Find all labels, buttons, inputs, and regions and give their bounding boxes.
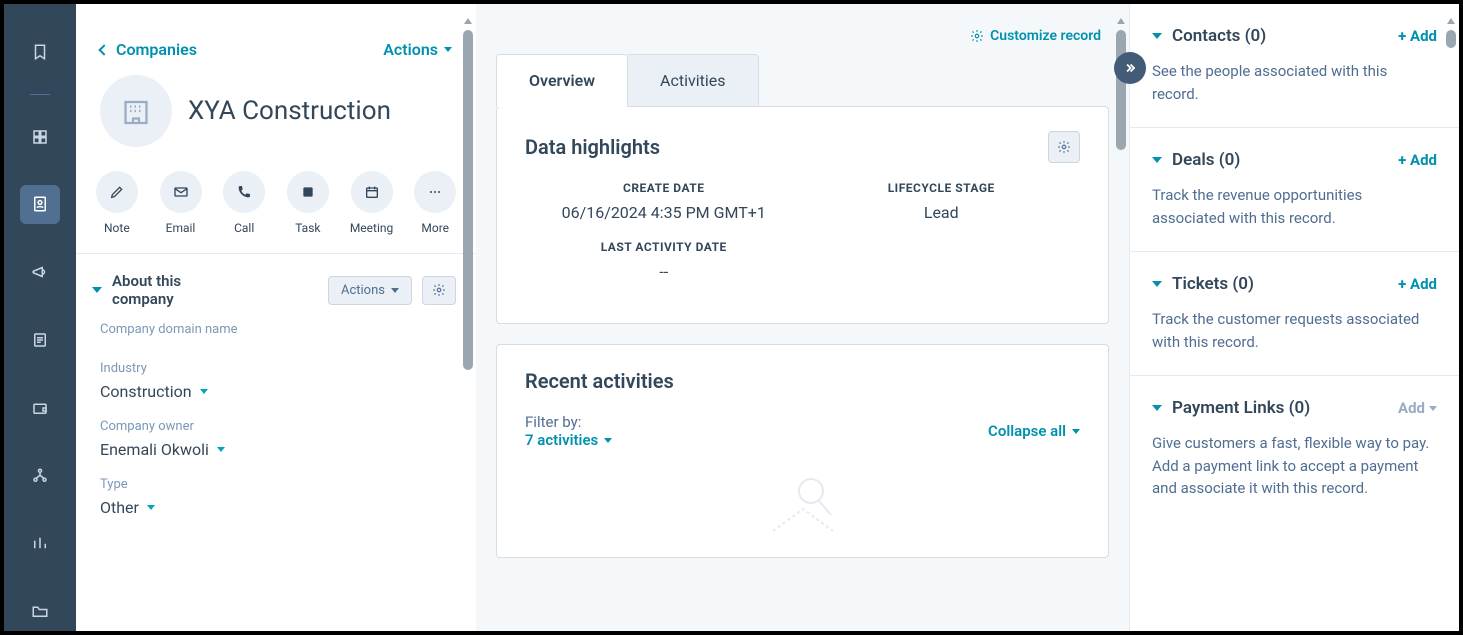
more-button[interactable]: More bbox=[410, 171, 460, 235]
middle-panel: Customize record Overview Activities Dat… bbox=[476, 4, 1129, 631]
tab-overview[interactable]: Overview bbox=[496, 54, 628, 107]
prop-type[interactable]: Type Other bbox=[100, 477, 452, 517]
association-contacts: Contacts (0) + Add See the people associ… bbox=[1130, 4, 1459, 128]
chevron-left-icon bbox=[98, 44, 109, 55]
contacts-nav-icon[interactable] bbox=[20, 185, 60, 225]
chevron-down-icon[interactable] bbox=[92, 287, 102, 293]
add-ticket-button[interactable]: + Add bbox=[1398, 275, 1437, 293]
reports-icon[interactable] bbox=[20, 523, 60, 563]
gear-icon bbox=[1057, 140, 1071, 154]
expand-panel-button[interactable] bbox=[1114, 52, 1146, 84]
grid-icon[interactable] bbox=[20, 117, 60, 157]
call-button[interactable]: Call bbox=[219, 171, 269, 235]
wallet-icon[interactable] bbox=[20, 388, 60, 428]
deals-desc: Track the revenue opportunities associat… bbox=[1152, 184, 1437, 229]
caret-down-icon bbox=[200, 389, 208, 394]
about-settings-button[interactable] bbox=[422, 276, 456, 305]
customize-record-link[interactable]: Customize record bbox=[970, 28, 1101, 44]
empty-state-illustration bbox=[525, 473, 1080, 533]
caret-down-icon bbox=[1429, 406, 1437, 411]
tickets-toggle[interactable]: Tickets (0) bbox=[1152, 274, 1254, 294]
association-deals: Deals (0) + Add Track the revenue opport… bbox=[1130, 128, 1459, 252]
middle-scrollbar[interactable] bbox=[1115, 18, 1127, 631]
caret-down-icon bbox=[604, 438, 612, 443]
record-actions-dropdown[interactable]: Actions bbox=[383, 40, 452, 59]
prop-domain[interactable]: Company domain name bbox=[100, 322, 452, 343]
association-tickets: Tickets (0) + Add Track the customer req… bbox=[1130, 252, 1459, 376]
filter-by-label: Filter by: bbox=[525, 413, 581, 431]
caret-down-icon bbox=[1072, 429, 1080, 434]
note-button[interactable]: Note bbox=[92, 171, 142, 235]
highlights-settings-button[interactable] bbox=[1048, 131, 1080, 163]
company-hero: XYA Construction bbox=[76, 59, 476, 159]
caret-down-icon bbox=[391, 288, 399, 293]
contacts-toggle[interactable]: Contacts (0) bbox=[1152, 26, 1266, 46]
nav-rail bbox=[4, 4, 76, 631]
add-payment-link-dropdown[interactable]: Add bbox=[1398, 399, 1437, 417]
recent-activities-title: Recent activities bbox=[525, 369, 1080, 393]
add-contact-button[interactable]: + Add bbox=[1398, 27, 1437, 45]
email-button[interactable]: Email bbox=[156, 171, 206, 235]
caret-down-icon bbox=[147, 505, 155, 510]
record-tabs: Overview Activities bbox=[496, 54, 1109, 107]
payments-desc: Give customers a fast, flexible way to p… bbox=[1152, 432, 1437, 500]
payments-toggle[interactable]: Payment Links (0) bbox=[1152, 398, 1310, 418]
add-deal-button[interactable]: + Add bbox=[1398, 151, 1437, 169]
company-properties: Company domain name Industry Constructio… bbox=[76, 322, 476, 537]
chevron-right-double-icon bbox=[1123, 61, 1137, 75]
contacts-desc: See the people associated with this reco… bbox=[1152, 60, 1437, 105]
tickets-desc: Track the customer requests associated w… bbox=[1152, 308, 1437, 353]
tab-activities[interactable]: Activities bbox=[628, 54, 758, 107]
chevron-down-icon bbox=[1152, 157, 1162, 163]
folder-icon[interactable] bbox=[20, 591, 60, 631]
right-panel: Contacts (0) + Add See the people associ… bbox=[1129, 4, 1459, 631]
chevron-down-icon bbox=[1152, 33, 1162, 39]
left-panel: Companies Actions XYA Construction Note … bbox=[76, 4, 476, 631]
collapse-all-link[interactable]: Collapse all bbox=[988, 422, 1080, 440]
chevron-down-icon bbox=[1152, 281, 1162, 287]
task-button[interactable]: Task bbox=[283, 171, 333, 235]
highlight-lifecycle: LIFECYCLE STAGE Lead bbox=[803, 181, 1081, 222]
deals-toggle[interactable]: Deals (0) bbox=[1152, 150, 1240, 170]
prop-industry[interactable]: Industry Construction bbox=[100, 361, 452, 401]
highlight-create-date: CREATE DATE 06/16/2024 4:35 PM GMT+1 bbox=[525, 181, 803, 222]
nav-divider bbox=[30, 94, 50, 95]
gear-icon bbox=[432, 283, 446, 297]
megaphone-icon[interactable] bbox=[20, 252, 60, 292]
about-section-header: About this company Actions bbox=[76, 253, 476, 322]
quick-action-row: Note Email Call Task Meeting More bbox=[76, 159, 476, 253]
activity-filter-dropdown[interactable]: 7 activities bbox=[525, 431, 612, 449]
company-avatar-icon[interactable] bbox=[100, 75, 172, 147]
association-payment-links: Payment Links (0) Add Give customers a f… bbox=[1130, 376, 1459, 522]
about-actions-dropdown[interactable]: Actions bbox=[328, 276, 412, 305]
data-highlights-card: Data highlights CREATE DATE 06/16/2024 4… bbox=[496, 106, 1109, 324]
highlight-last-activity: LAST ACTIVITY DATE -- bbox=[525, 240, 803, 281]
right-scrollbar[interactable] bbox=[1445, 18, 1457, 631]
caret-down-icon bbox=[217, 447, 225, 452]
company-name: XYA Construction bbox=[188, 96, 391, 126]
back-to-companies[interactable]: Companies bbox=[100, 40, 197, 59]
workflow-icon[interactable] bbox=[20, 456, 60, 496]
left-scrollbar[interactable] bbox=[462, 18, 474, 631]
meeting-button[interactable]: Meeting bbox=[347, 171, 397, 235]
prop-owner[interactable]: Company owner Enemali Okwoli bbox=[100, 419, 452, 459]
data-highlights-title: Data highlights bbox=[525, 135, 660, 159]
about-title: About this company bbox=[112, 272, 232, 308]
bookmark-icon[interactable] bbox=[20, 32, 60, 72]
chevron-down-icon bbox=[1152, 405, 1162, 411]
document-icon[interactable] bbox=[20, 320, 60, 360]
back-label: Companies bbox=[116, 40, 197, 59]
gear-icon bbox=[970, 29, 984, 43]
recent-activities-card: Recent activities Filter by: 7 activitie… bbox=[496, 344, 1109, 558]
caret-down-icon bbox=[444, 47, 452, 52]
